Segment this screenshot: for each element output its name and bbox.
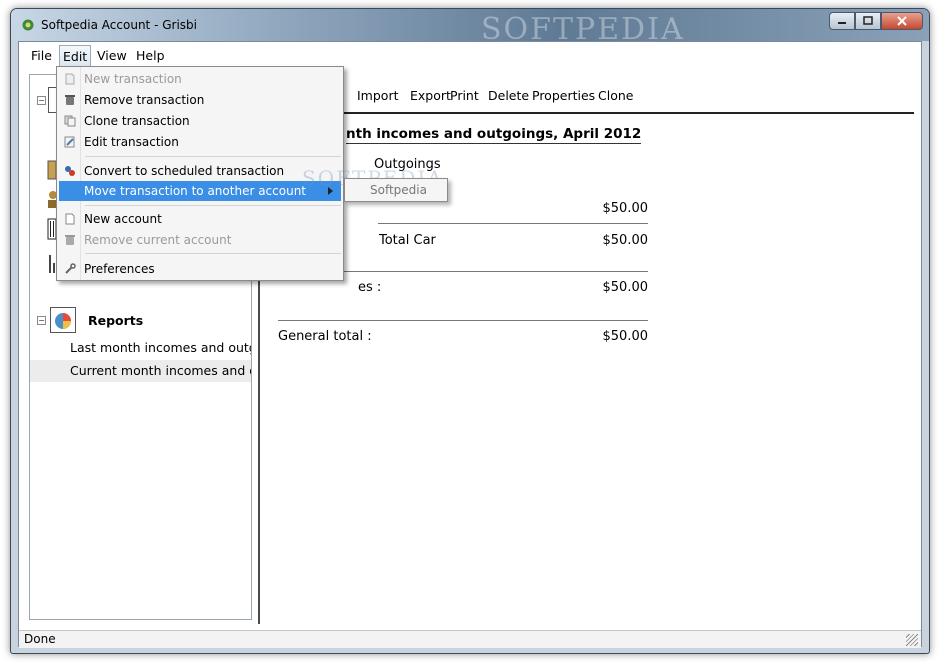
menu-remove-transaction[interactable]: Remove transaction	[59, 90, 341, 110]
menu-label: Remove current account	[84, 233, 232, 247]
menu-edit-transaction[interactable]: Edit transaction	[59, 132, 341, 152]
menu-new-transaction[interactable]: New transaction	[59, 69, 341, 89]
menu-separator	[85, 205, 341, 206]
total-outgoings-amount: $50.00	[602, 280, 649, 295]
minimize-button[interactable]	[829, 12, 855, 30]
close-button[interactable]	[881, 12, 923, 30]
total-car-amount: $50.00	[602, 233, 649, 248]
window-title: Softpedia Account - Grisbi	[41, 18, 197, 32]
resize-grip-icon[interactable]	[906, 634, 918, 646]
collapse-icon[interactable]: −	[37, 96, 46, 105]
menu-view[interactable]: View	[97, 48, 127, 63]
menu-file[interactable]: File	[31, 48, 52, 63]
report-item-selected[interactable]: Current month incomes and outgoings	[30, 360, 251, 382]
preferences-icon	[65, 263, 76, 274]
delete-button[interactable]: Delete	[488, 88, 529, 103]
total-outgoings-label: es :	[358, 280, 382, 295]
menu-label: Remove transaction	[84, 93, 205, 107]
menu-label: New transaction	[84, 72, 182, 86]
minimize-icon	[838, 22, 846, 24]
print-button[interactable]: Print	[450, 88, 479, 103]
general-total-amount: $50.00	[602, 329, 649, 344]
new-transaction-icon	[65, 73, 75, 85]
menu-label: Move transaction to another account	[84, 184, 307, 198]
menu-preferences[interactable]: Preferences	[59, 259, 341, 279]
menu-label: Convert to scheduled transaction	[84, 164, 285, 178]
menu-edit[interactable]: Edit	[59, 45, 92, 68]
reports-label[interactable]: Reports	[88, 313, 143, 328]
clone-button[interactable]: Clone	[598, 88, 633, 103]
edit-icon	[64, 136, 75, 148]
new-account-icon	[65, 213, 75, 225]
menu-label: Edit transaction	[84, 135, 179, 149]
reports-icon	[50, 307, 76, 333]
total-car-label: Total Car	[379, 233, 436, 248]
menu-label: New account	[84, 212, 162, 226]
properties-button[interactable]: Properties	[532, 88, 595, 103]
pie-chart-icon	[55, 313, 71, 329]
maximize-button[interactable]	[855, 12, 881, 30]
menu-label: Clone transaction	[84, 114, 190, 128]
divider	[278, 320, 648, 321]
report-title: nth incomes and outgoings, April 2012	[346, 126, 642, 144]
trash-icon	[65, 95, 75, 105]
report-pane: Import Export Print Delete Properties Cl…	[258, 74, 918, 624]
status-text: Done	[24, 632, 56, 646]
menu-clone-transaction[interactable]: Clone transaction	[59, 111, 341, 131]
report-item[interactable]: Last month incomes and outgoings	[30, 337, 251, 359]
accounts-icon	[48, 87, 56, 113]
submenu-account-softpedia[interactable]: Softpedia	[370, 183, 427, 197]
menu-separator	[85, 253, 341, 254]
menu-remove-account[interactable]: Remove current account	[59, 230, 341, 250]
app-icon	[22, 19, 34, 31]
menu-move-transaction[interactable]: Move transaction to another account	[59, 181, 341, 201]
menu-separator	[85, 156, 341, 157]
title-bar: SOFTPEDIA Softpedia Account - Grisbi	[11, 9, 929, 47]
account-submenu: Softpedia	[344, 178, 448, 202]
schedule-icon	[65, 166, 75, 176]
general-total-label: General total :	[278, 329, 372, 344]
menu-help[interactable]: Help	[136, 48, 165, 63]
collapse-icon[interactable]: −	[37, 316, 46, 325]
copy-icon	[64, 115, 76, 127]
menu-new-account[interactable]: New account	[59, 209, 341, 229]
divider	[378, 223, 648, 224]
edit-menu: New transaction Remove transaction Clone…	[56, 66, 344, 281]
close-icon	[897, 16, 907, 26]
toolbar-divider	[266, 112, 914, 114]
menu-convert-scheduled[interactable]: Convert to scheduled transaction	[59, 161, 341, 181]
row-amount: $50.00	[602, 201, 649, 216]
import-button[interactable]: Import	[357, 88, 399, 103]
status-bar: Done	[19, 630, 921, 648]
export-button[interactable]: Export	[410, 88, 451, 103]
menu-label: Preferences	[84, 262, 155, 276]
trash-icon	[65, 235, 75, 245]
maximize-icon	[863, 16, 873, 25]
